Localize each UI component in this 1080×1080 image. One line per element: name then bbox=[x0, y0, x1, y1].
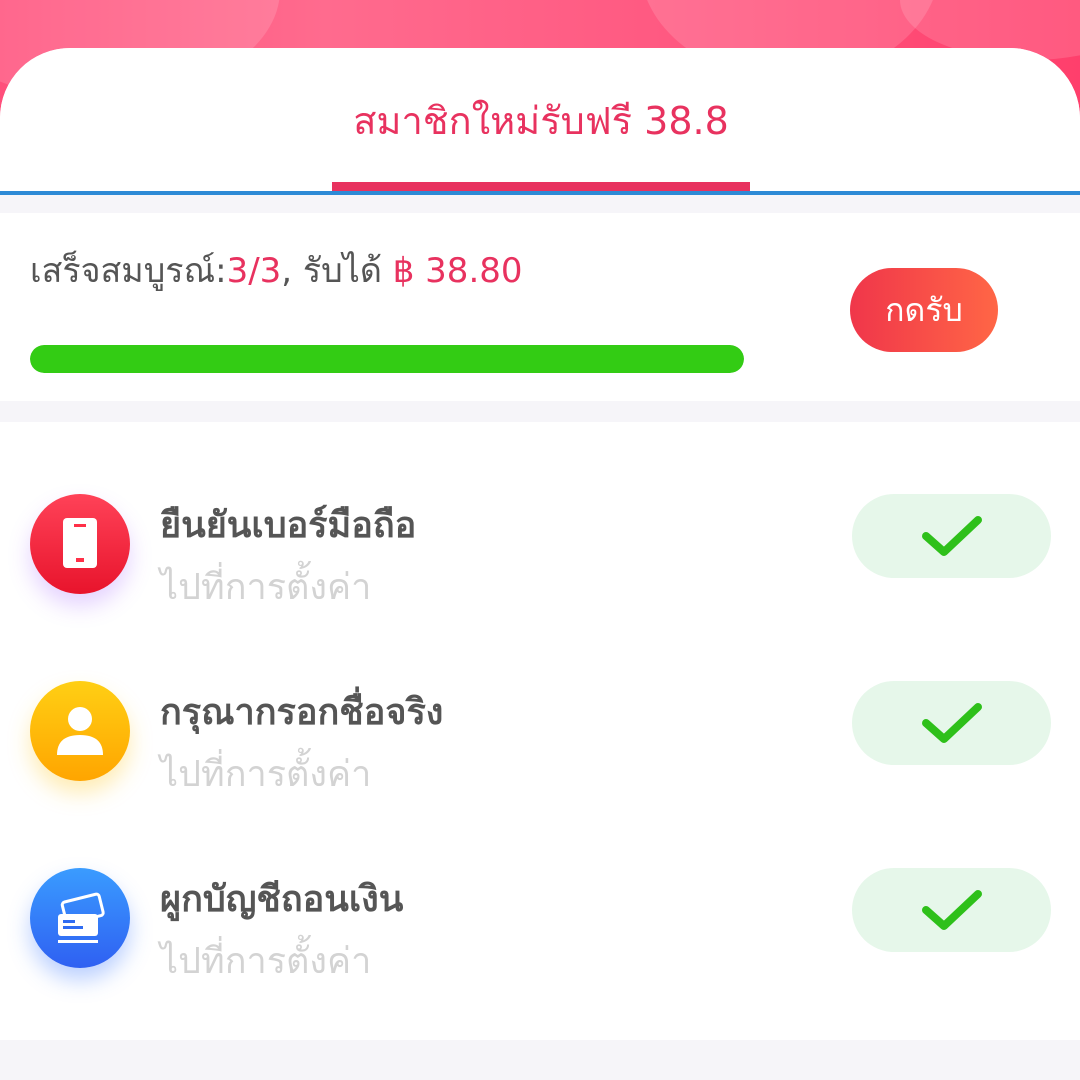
task-item-verify-phone[interactable]: ยืนยันเบอร์มือถือ ไปที่การตั้งค่า bbox=[0, 494, 1080, 614]
progress-prefix: เสร็จสมบูรณ์: bbox=[30, 251, 227, 291]
check-icon bbox=[922, 516, 982, 556]
check-icon bbox=[922, 890, 982, 930]
task-subtitle: ไปที่การตั้งค่า bbox=[160, 941, 372, 982]
task-title: กรุณากรอกชื่อจริง bbox=[160, 692, 444, 733]
task-item-withdraw-account[interactable]: ผูกบัญชีถอนเงิน ไปที่การตั้งค่า bbox=[0, 868, 1080, 988]
task-item-real-name[interactable]: กรุณากรอกชื่อจริง ไปที่การตั้งค่า bbox=[0, 681, 1080, 801]
completed-badge bbox=[852, 868, 1051, 952]
task-subtitle: ไปที่การตั้งค่า bbox=[160, 754, 372, 795]
card-icon bbox=[58, 892, 105, 943]
reward-amount: ฿ 38.80 bbox=[392, 251, 523, 291]
tab-bar: สมาชิกใหม่รับฟรี 38.8 bbox=[0, 48, 1080, 195]
check-icon bbox=[922, 703, 982, 743]
progress-bar-fill bbox=[30, 345, 744, 373]
progress-middle: , รับได้ bbox=[281, 251, 393, 291]
tab-label: สมาชิกใหม่รับฟรี 38.8 bbox=[353, 99, 729, 143]
task-icon-badge bbox=[30, 868, 130, 968]
user-icon bbox=[57, 707, 103, 755]
completed-badge bbox=[852, 494, 1051, 578]
main-card: สมาชิกใหม่รับฟรี 38.8 เสร็จสมบูรณ์:3/3, … bbox=[0, 48, 1080, 1080]
tab-new-member-bonus[interactable]: สมาชิกใหม่รับฟรี 38.8 bbox=[332, 48, 750, 191]
completed-badge bbox=[852, 681, 1051, 765]
task-icon-badge bbox=[30, 681, 130, 781]
tab-active-indicator bbox=[332, 182, 750, 191]
claim-button[interactable]: กดรับ bbox=[850, 268, 998, 352]
task-subtitle: ไปที่การตั้งค่า bbox=[160, 567, 372, 608]
progress-panel: เสร็จสมบูรณ์:3/3, รับได้ ฿ 38.80 กดรับ bbox=[0, 213, 1080, 401]
task-list: ยืนยันเบอร์มือถือ ไปที่การตั้งค่า กรุณาก… bbox=[0, 422, 1080, 1040]
progress-bar bbox=[30, 345, 744, 373]
task-icon-badge bbox=[30, 494, 130, 594]
progress-count: 3/3 bbox=[226, 251, 282, 291]
task-title: ผูกบัญชีถอนเงิน bbox=[160, 879, 404, 920]
progress-summary: เสร็จสมบูรณ์:3/3, รับได้ ฿ 38.80 bbox=[30, 243, 523, 297]
phone-icon bbox=[63, 518, 97, 568]
task-title: ยืนยันเบอร์มือถือ bbox=[160, 505, 417, 546]
